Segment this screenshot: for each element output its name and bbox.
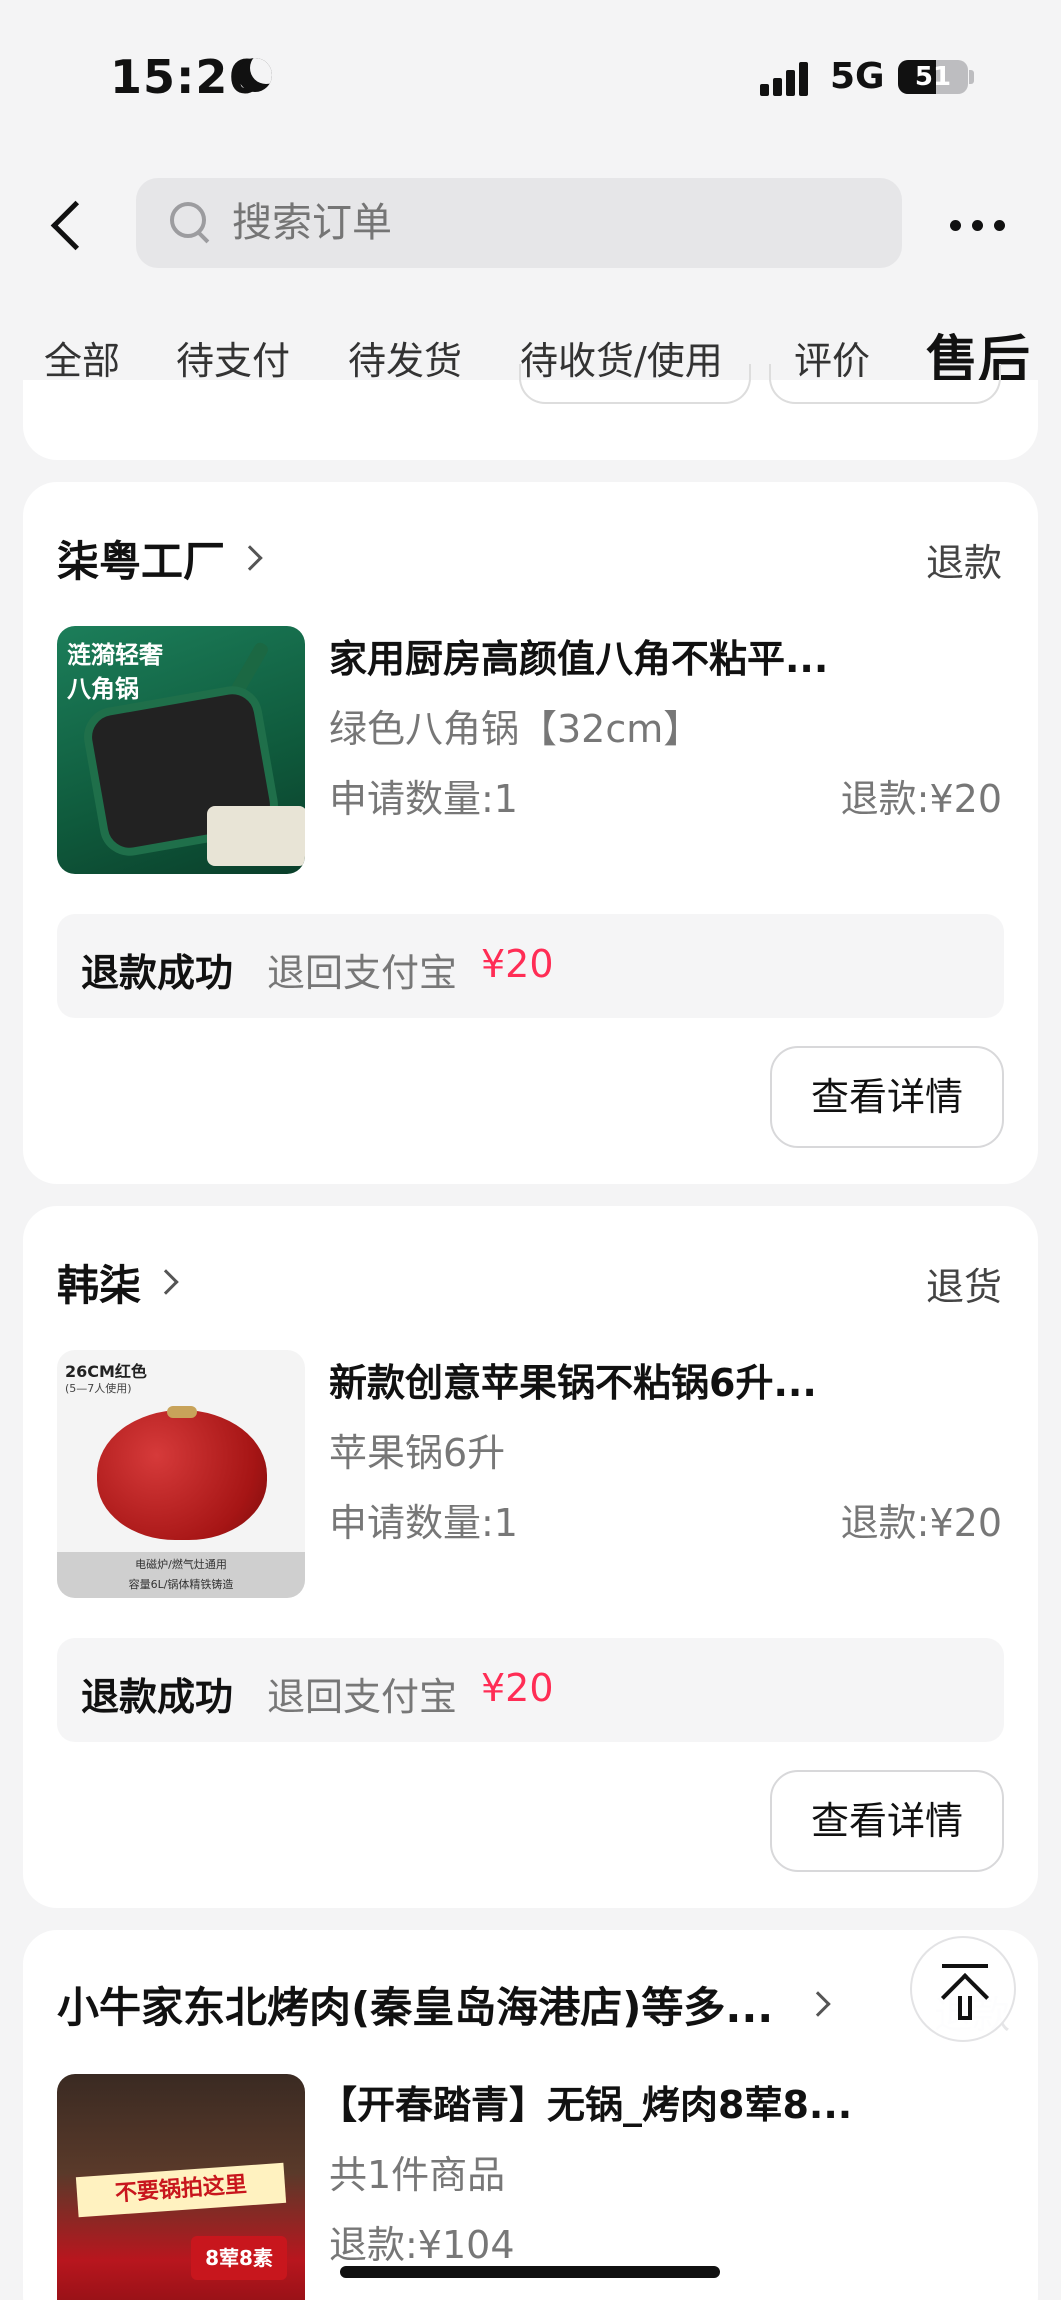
search-icon	[170, 202, 212, 244]
shop-name: 韩柒	[57, 1260, 142, 1310]
refund-destination: 退回支付宝	[267, 951, 458, 995]
refund-destination: 退回支付宝	[267, 1675, 458, 1719]
search-input[interactable]	[232, 178, 832, 268]
product-spec: 绿色八角锅【32cm】	[329, 707, 702, 751]
shop-name: 柒粤工厂	[57, 536, 226, 586]
product-image[interactable]: 26CM红色 (5—7人使用) 电磁炉/燃气灶通用 容量6L/锅体精铁铸造	[57, 1350, 305, 1598]
tab-pending-payment[interactable]: 待支付	[176, 330, 290, 385]
chevron-right-icon	[153, 1269, 179, 1295]
shop-link[interactable]: 小牛家东北烤肉(秦皇岛海港店)等多...	[57, 1976, 831, 2032]
image-tag: (5—7人使用)	[65, 1382, 132, 1395]
image-tag: 不要锅拍这里	[75, 2162, 287, 2218]
after-sale-type: 退款	[925, 541, 1002, 585]
product-spec: 苹果锅6升	[329, 1431, 506, 1475]
image-tag: 八角锅	[67, 675, 139, 703]
order-card: 韩柒 退货 26CM红色 (5—7人使用) 电磁炉/燃气灶通用 容量6L/锅体精…	[23, 1206, 1038, 1908]
status-bar: 15:26 5G 51	[0, 0, 1061, 150]
chevron-right-icon	[237, 545, 263, 571]
view-details-button[interactable]: 查看详情	[770, 1046, 1004, 1148]
chevron-right-icon	[805, 1991, 831, 2017]
request-quantity: 申请数量:1	[329, 1501, 518, 1545]
request-quantity: 申请数量:1	[329, 777, 518, 821]
refund-amount: 退款:¥20	[840, 777, 1002, 821]
view-details-button[interactable]: 查看详情	[770, 1770, 1004, 1872]
image-tag: 电磁炉/燃气灶通用	[135, 1558, 227, 1571]
image-tag: 26CM红色	[65, 1362, 147, 1381]
refund-status: 退款成功	[81, 951, 234, 995]
back-button[interactable]	[40, 190, 100, 260]
refund-result: 退款成功 退回支付宝 ¥20	[57, 914, 1004, 1018]
order-card-partial	[23, 364, 1038, 460]
refund-amount: 退款:¥104	[329, 2223, 515, 2267]
refund-status: 退款成功	[81, 1675, 234, 1719]
product-image[interactable]: 涟漪轻奢 八角锅	[57, 626, 305, 874]
home-indicator[interactable]	[340, 2266, 720, 2278]
shop-name: 小牛家东北烤肉(秦皇岛海港店)等多...	[57, 1982, 774, 2032]
item-count: 共1件商品	[329, 2153, 506, 2197]
order-card: 柒粤工厂 退款 涟漪轻奢八角锅 家用厨房高颜值八角不粘平... 绿色八角锅【32…	[23, 482, 1038, 1184]
tab-all[interactable]: 全部	[44, 330, 120, 385]
battery-level: 51	[914, 62, 952, 92]
tab-pending-shipment[interactable]: 待发货	[348, 330, 462, 385]
product-image[interactable]: 不要锅拍这里 8荤8素	[57, 2074, 305, 2300]
shop-link[interactable]: 韩柒	[57, 1254, 179, 1310]
network-label: 5G	[830, 56, 885, 97]
image-tag: 8荤8素	[191, 2236, 287, 2280]
do-not-disturb-icon	[238, 58, 272, 92]
refund-result-amount: ¥20	[481, 942, 554, 986]
order-card: 小牛家东北烤肉(秦皇岛海港店)等多... 不要锅拍这里 8荤8素 【开春踏青】无…	[23, 1930, 1038, 2300]
product-title[interactable]: 家用厨房高颜值八角不粘平...	[329, 628, 889, 683]
partial-button[interactable]	[519, 364, 751, 404]
partial-button[interactable]	[769, 364, 1001, 404]
product-title[interactable]: 【开春踏青】无锅_烤肉8荤8...	[319, 2074, 879, 2129]
search-bar[interactable]	[136, 178, 902, 268]
more-button[interactable]	[950, 210, 1010, 240]
signal-icon	[760, 60, 814, 96]
back-to-top-button[interactable]	[910, 1936, 1016, 2042]
shop-link[interactable]: 柒粤工厂	[57, 530, 263, 586]
refund-result: 退款成功 退回支付宝 ¥20	[57, 1638, 1004, 1742]
battery-icon: 51	[898, 60, 968, 94]
refund-result-amount: ¥20	[481, 1666, 554, 1710]
battery-tip	[969, 70, 974, 84]
product-title[interactable]: 新款创意苹果锅不粘锅6升...	[329, 1352, 889, 1407]
image-tag: 容量6L/锅体精铁铸造	[128, 1578, 234, 1591]
refund-amount: 退款:¥20	[840, 1501, 1002, 1545]
image-tag: 涟漪轻奢	[67, 641, 163, 669]
back-to-top-icon	[942, 1964, 988, 1968]
after-sale-type: 退货	[925, 1265, 1002, 1309]
